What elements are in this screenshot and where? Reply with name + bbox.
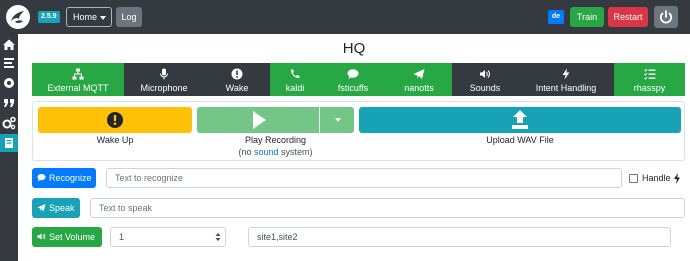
page-title: HQ xyxy=(342,40,366,57)
set-volume-button[interactable]: Set Volume xyxy=(32,227,102,247)
recognize-button[interactable]: Recognize xyxy=(32,168,96,188)
home-dropdown-button[interactable]: Home xyxy=(66,7,112,27)
sidebar-item-slots[interactable] xyxy=(0,74,18,92)
upload-icon xyxy=(512,110,528,129)
home-label: Home xyxy=(73,12,98,22)
rhasspy-logo[interactable] xyxy=(6,5,30,29)
tab-label: External MQTT xyxy=(47,83,109,93)
rhasspy-logo-icon xyxy=(11,11,24,24)
recognize-label: Recognize xyxy=(49,173,92,183)
tab-label: nanotts xyxy=(404,83,434,93)
exclamation-icon xyxy=(231,68,243,80)
top-navbar: 2.5.9 Home Log de Train Restart xyxy=(0,0,690,34)
service-tabs: External MQTT Microphone Wake kaldi fsti… xyxy=(32,63,685,96)
comment-icon xyxy=(347,69,359,79)
paper-plane-icon xyxy=(413,69,425,79)
paper-plane-icon xyxy=(37,203,46,212)
play-recording-dropdown[interactable] xyxy=(320,107,354,133)
tab-microphone[interactable]: Microphone xyxy=(124,63,204,96)
tab-label: kaldi xyxy=(285,83,305,93)
action-panel: Wake Up Play Recording (no sound system)… xyxy=(32,101,685,161)
wake-up-button[interactable] xyxy=(38,107,192,133)
set-volume-label: Set Volume xyxy=(49,232,96,242)
tab-nanotts[interactable]: nanotts xyxy=(386,63,452,96)
tab-rhasspy[interactable]: rhasspy xyxy=(614,63,685,96)
bolt-icon xyxy=(562,68,570,80)
tab-intent-handling[interactable]: Intent Handling xyxy=(518,63,614,96)
number-stepper-icon[interactable] xyxy=(214,231,222,243)
sidebar-item-documentation[interactable] xyxy=(0,134,18,152)
upload-wav-button[interactable] xyxy=(359,107,681,133)
note-prefix: (no xyxy=(238,147,252,157)
left-sidebar xyxy=(0,34,18,261)
bolt-icon xyxy=(674,173,680,184)
power-icon xyxy=(659,10,673,24)
speak-button[interactable]: Speak xyxy=(32,198,80,218)
tab-wake[interactable]: Wake xyxy=(204,63,270,96)
upload-wav-label: Upload WAV File xyxy=(486,135,554,145)
speak-label: Speak xyxy=(49,203,75,213)
sidebar-item-sentences[interactable] xyxy=(0,54,18,72)
tab-label: Wake xyxy=(225,83,249,93)
handle-checkbox[interactable] xyxy=(629,174,638,183)
quote-icon xyxy=(4,99,14,107)
play-icon xyxy=(253,111,266,129)
tab-label: Intent Handling xyxy=(535,83,597,93)
train-button[interactable]: Train xyxy=(570,7,604,27)
site-ids-input[interactable] xyxy=(248,227,671,247)
list-icon xyxy=(4,58,14,68)
microphone-icon xyxy=(160,68,168,80)
sidebar-item-home[interactable] xyxy=(0,36,18,54)
speak-input[interactable] xyxy=(90,198,685,218)
caret-down-icon xyxy=(335,118,341,122)
log-button[interactable]: Log xyxy=(116,7,142,27)
play-recording-note: (no sound system) xyxy=(197,147,354,157)
network-icon xyxy=(72,68,84,80)
tab-sounds[interactable]: Sounds xyxy=(452,63,518,96)
phone-volume-icon xyxy=(290,69,300,79)
restart-button[interactable]: Restart xyxy=(608,7,648,27)
tab-label: Microphone xyxy=(140,83,188,93)
language-badge: de xyxy=(548,10,564,24)
play-recording-label: Play Recording xyxy=(244,135,307,145)
sound-system-link[interactable]: sound xyxy=(254,147,279,157)
cogs-icon xyxy=(2,116,16,130)
version-badge: 2.5.9 xyxy=(38,11,60,23)
note-suffix: system) xyxy=(281,147,313,157)
volume-input[interactable] xyxy=(110,227,226,247)
sidebar-item-words[interactable] xyxy=(0,94,18,112)
play-recording-button[interactable] xyxy=(197,107,319,133)
home-icon xyxy=(3,39,15,50)
tab-fsticuffs[interactable]: fsticuffs xyxy=(320,63,386,96)
tab-label: fsticuffs xyxy=(337,83,369,93)
sidebar-item-settings[interactable] xyxy=(0,114,18,132)
book-icon xyxy=(5,138,13,148)
tasks-icon xyxy=(643,68,655,80)
tab-external-mqtt[interactable]: External MQTT xyxy=(32,63,124,96)
comment-icon xyxy=(37,173,46,182)
tab-label: Sounds xyxy=(469,83,501,93)
wake-up-label: Wake Up xyxy=(96,135,134,145)
handle-label: Handle xyxy=(642,173,671,183)
caret-down-icon xyxy=(100,16,106,20)
shutdown-button[interactable] xyxy=(654,6,678,28)
volume-icon xyxy=(37,233,46,240)
recognize-input[interactable] xyxy=(106,168,622,188)
tab-label: rhasspy xyxy=(633,83,666,93)
record-icon xyxy=(4,78,14,88)
volume-icon xyxy=(480,70,490,78)
tab-kaldi[interactable]: kaldi xyxy=(270,63,320,96)
exclamation-circle-icon xyxy=(107,112,123,128)
